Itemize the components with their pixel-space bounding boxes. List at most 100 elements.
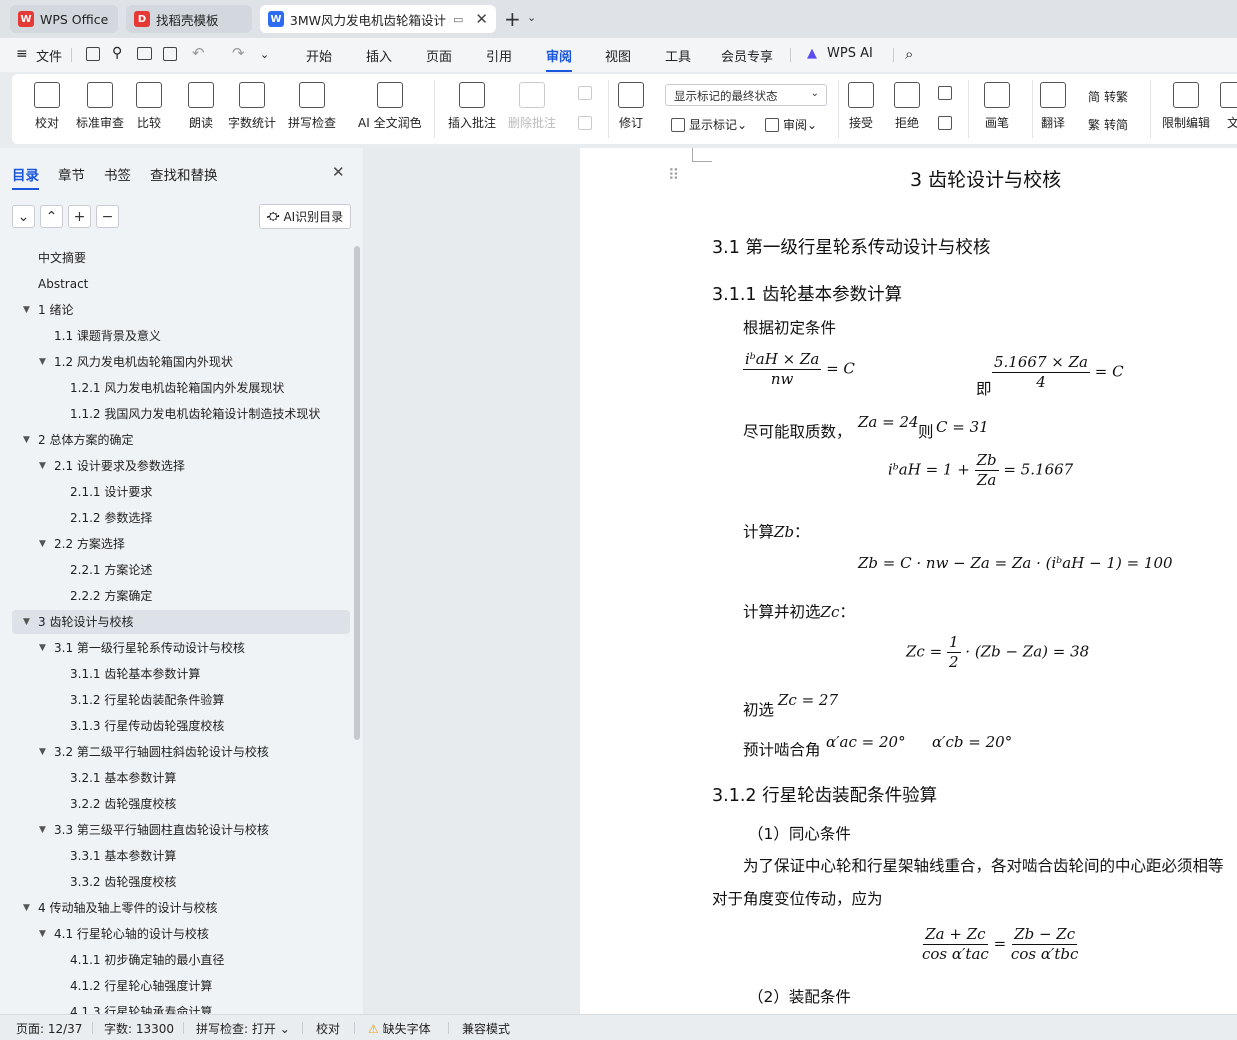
toc-item[interactable]: ▼ 3 齿轮设计与校核 <box>12 610 350 634</box>
missing-font-status[interactable]: ⚠ 缺失字体 <box>368 1020 431 1037</box>
insert-comment-button[interactable]: 插入批注 <box>448 82 496 131</box>
save-icon[interactable] <box>86 47 100 61</box>
undo-icon[interactable]: ↶ <box>192 44 205 62</box>
monitor-icon[interactable]: ▭ <box>453 13 463 26</box>
search-icon[interactable]: ⌕ <box>905 45 913 63</box>
toc-item[interactable]: ▼ 2 总体方案的确定 <box>12 428 350 452</box>
nav-tab-chapters[interactable]: 章节 <box>58 164 85 184</box>
expand-arrow-icon[interactable]: ▼ <box>39 532 46 556</box>
redo-icon[interactable]: ↷ <box>232 44 245 62</box>
toc-item[interactable]: ▼ 1.2 风力发电机齿轮箱国内外现状 <box>12 350 350 374</box>
delete-comment-button[interactable]: 删除批注 <box>508 82 556 131</box>
standard-review-button[interactable]: 标准审查 <box>76 82 124 131</box>
toc-item[interactable]: ▼ 1 绪论 <box>12 298 350 322</box>
scrollbar[interactable] <box>354 246 360 740</box>
proofread-status[interactable]: 校对 <box>316 1020 340 1037</box>
reject-button[interactable]: 拒绝 <box>894 82 920 131</box>
nav-tab-bookmarks[interactable]: 书签 <box>104 164 131 184</box>
toc-item[interactable]: 3.1.3 行星传动齿轮强度校核 <box>12 714 350 738</box>
expand-arrow-icon[interactable]: ▼ <box>23 896 30 920</box>
toc-item[interactable]: 4.1.2 行星轮心轴强度计算 <box>12 974 350 998</box>
restrict-edit-button[interactable]: 限制编辑 <box>1162 82 1210 131</box>
markup-mode-select[interactable]: 显示标记的最终状态 ⌄ <box>665 84 827 106</box>
print-preview-icon[interactable] <box>163 47 177 61</box>
ai-toc-button[interactable]: ⛮ AI识别目录 <box>259 204 351 229</box>
expand-arrow-icon[interactable]: ▼ <box>39 350 46 374</box>
menu-references[interactable]: 引用 <box>486 46 512 65</box>
expand-arrow-icon[interactable]: ▼ <box>23 298 30 322</box>
toc-item[interactable]: ▼ 2.1 设计要求及参数选择 <box>12 454 350 478</box>
close-tab-icon[interactable]: ✕ <box>475 10 488 28</box>
toc-item[interactable]: ▼ 3.3 第三级平行轴圆柱直齿轮设计与校核 <box>12 818 350 842</box>
toc-item[interactable]: 1.1.2 我国风力发电机齿轮箱设计制造技术现状 <box>12 402 350 426</box>
expand-arrow-icon[interactable]: ▼ <box>23 610 30 634</box>
print-icon[interactable] <box>137 47 152 60</box>
add-heading-icon[interactable]: + <box>68 205 91 228</box>
to-simplified-button[interactable]: 繁转简 <box>1088 116 1128 133</box>
tab-document[interactable]: W 3MW风力发电机齿轮箱设计 ▭ ✕ <box>260 5 496 33</box>
menu-page[interactable]: 页面 <box>426 46 452 65</box>
hamburger-icon[interactable]: ≡ <box>16 46 28 62</box>
menu-home[interactable]: 开始 <box>306 46 332 65</box>
toc-item[interactable]: Abstract <box>12 272 350 296</box>
nav-tab-find-replace[interactable]: 查找和替换 <box>150 164 218 184</box>
menu-insert[interactable]: 插入 <box>366 46 392 65</box>
review-pane-button[interactable]: 审阅 ⌄ <box>765 116 817 133</box>
expand-arrow-icon[interactable]: ▼ <box>39 818 46 842</box>
expand-arrow-icon[interactable]: ▼ <box>39 740 46 764</box>
toc-item[interactable]: 2.1.2 参数选择 <box>12 506 350 530</box>
toc-item[interactable]: 3.2.2 齿轮强度校核 <box>12 792 350 816</box>
expand-arrow-icon[interactable]: ▼ <box>23 428 30 452</box>
toc-item[interactable]: 2.2.1 方案论述 <box>12 558 350 582</box>
prev-comment-icon[interactable] <box>578 86 596 100</box>
to-traditional-button[interactable]: 简转繁 <box>1088 88 1128 105</box>
page-indicator[interactable]: 页面: 12/37 <box>16 1020 82 1037</box>
compare-button[interactable]: 比较 <box>136 82 162 131</box>
document-page[interactable]: ⠿ 3 齿轮设计与校核 3.1 第一级行星轮系传动设计与校核 3.1.1 齿轮基… <box>580 148 1237 1014</box>
next-comment-icon[interactable] <box>578 116 596 130</box>
menu-wps-ai[interactable]: WPS AI <box>827 46 873 61</box>
tab-wps-office[interactable]: W WPS Office <box>10 5 118 33</box>
close-pane-icon[interactable]: ✕ <box>332 163 345 181</box>
chevron-down-icon[interactable]: ⌄ <box>527 11 536 24</box>
toc-item[interactable]: 1.2.1 风力发电机齿轮箱国内外发展现状 <box>12 376 350 400</box>
toc-item[interactable]: ▼ 2.2 方案选择 <box>12 532 350 556</box>
toc-item[interactable]: 中文摘要 <box>12 246 350 270</box>
toc-item[interactable]: 3.1.2 行星轮齿装配条件验算 <box>12 688 350 712</box>
nav-tab-toc[interactable]: 目录 <box>12 164 39 190</box>
toc-item[interactable]: 2.1.1 设计要求 <box>12 480 350 504</box>
tab-docer[interactable]: D 找稻壳模板 <box>126 5 252 33</box>
menu-file[interactable]: 文件 <box>36 46 62 65</box>
toc-item[interactable]: ▼ 3.2 第二级平行轴圆柱斜齿轮设计与校核 <box>12 740 350 764</box>
toc-item[interactable]: 3.3.1 基本参数计算 <box>12 844 350 868</box>
menu-review[interactable]: 审阅 <box>546 46 573 72</box>
expand-arrow-icon[interactable]: ▼ <box>39 922 46 946</box>
key-icon[interactable]: ⚲ <box>112 45 122 61</box>
track-changes-button[interactable]: 修订 <box>618 82 644 131</box>
menu-member[interactable]: 会员专享 <box>721 46 773 65</box>
next-change-icon[interactable] <box>938 116 956 130</box>
toc-item[interactable]: ▼ 4 传动轴及轴上零件的设计与校核 <box>12 896 350 920</box>
toc-item[interactable]: ▼ 3.1 第一级行星轮系传动设计与校核 <box>12 636 350 660</box>
chevron-down-icon[interactable]: ⌄ <box>260 48 269 61</box>
read-aloud-button[interactable]: 朗读 <box>188 82 214 131</box>
show-markup-button[interactable]: 显示标记 ⌄ <box>671 116 747 133</box>
remove-heading-icon[interactable]: − <box>96 205 119 228</box>
expand-all-icon[interactable]: ⌄ <box>12 205 35 228</box>
new-tab-icon[interactable]: + <box>504 7 521 31</box>
menu-view[interactable]: 视图 <box>605 46 631 65</box>
spell-check-button[interactable]: 拼写检查 <box>288 82 336 131</box>
toc-item[interactable]: ▼ 4.1 行星轮心轴的设计与校核 <box>12 922 350 946</box>
expand-arrow-icon[interactable]: ▼ <box>39 454 46 478</box>
expand-arrow-icon[interactable]: ▼ <box>39 636 46 660</box>
toc-item[interactable]: 4.1.1 初步确定轴的最小直径 <box>12 948 350 972</box>
toc-item[interactable]: 1.1 课题背景及意义 <box>12 324 350 348</box>
spell-check-status[interactable]: 拼写检查: 打开 ⌄ <box>196 1020 290 1037</box>
menu-tools[interactable]: 工具 <box>665 46 691 65</box>
prev-change-icon[interactable] <box>938 86 956 100</box>
pen-button[interactable]: 画笔 <box>984 82 1010 131</box>
toc-item[interactable]: 3.2.1 基本参数计算 <box>12 766 350 790</box>
word-count[interactable]: 字数: 13300 <box>104 1020 174 1037</box>
toc-item[interactable]: 3.3.2 齿轮强度校核 <box>12 870 350 894</box>
accept-button[interactable]: 接受 <box>848 82 874 131</box>
